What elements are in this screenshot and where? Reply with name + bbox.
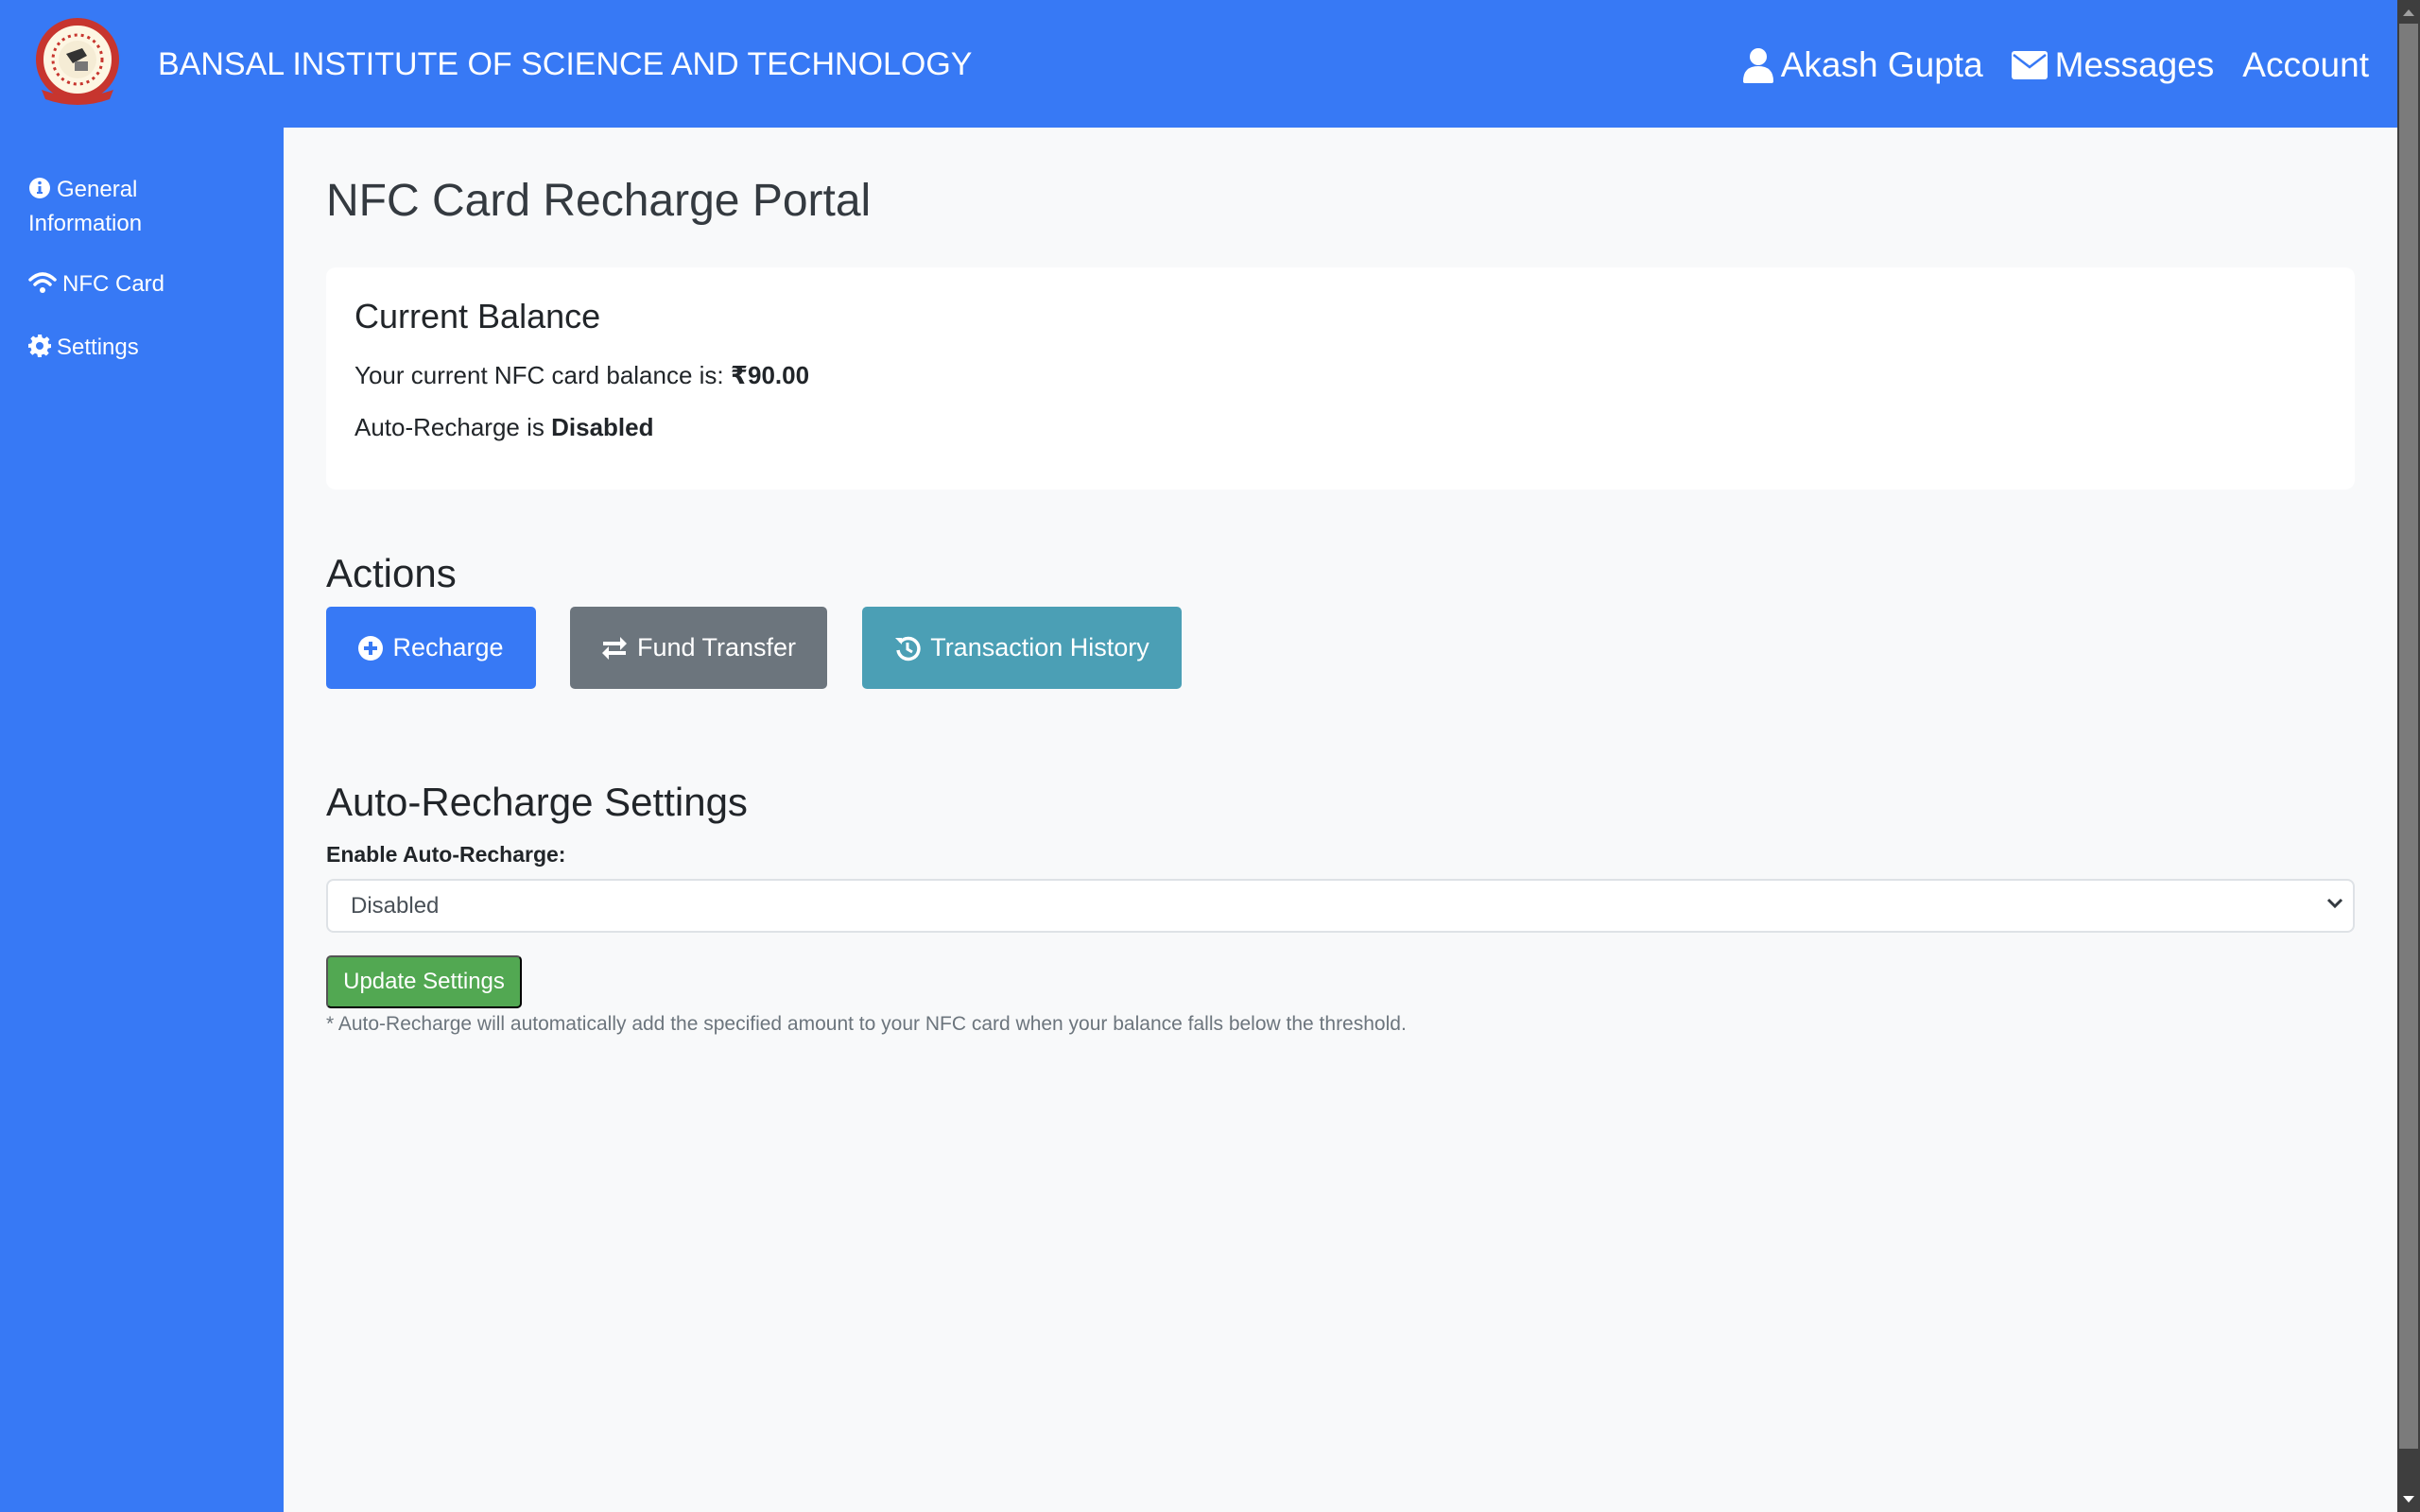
top-navbar: BANSAL INSTITUTE OF SCIENCE AND TECHNOLO… (0, 0, 2397, 128)
auto-recharge-status: Disabled (551, 413, 654, 441)
nav-messages-label: Messages (2054, 45, 2215, 84)
sidebar-item-settings[interactable]: Settings (28, 331, 255, 365)
sidebar-item-label: NFC Card (62, 271, 165, 297)
balance-line: Your current NFC card balance is: ₹90.00 (354, 359, 809, 391)
fund-transfer-label: Fund Transfer (636, 633, 797, 662)
enable-auto-recharge-label: Enable Auto-Recharge: (326, 842, 566, 867)
institute-logo[interactable] (30, 16, 125, 111)
fund-transfer-button[interactable]: Fund Transfer (570, 607, 827, 689)
exchange-icon (601, 636, 627, 660)
sidebar-item-label: Settings (57, 335, 139, 360)
recharge-button[interactable]: Recharge (326, 607, 536, 689)
transaction-history-label: Transaction History (930, 633, 1150, 662)
balance-value: ₹90.00 (730, 361, 810, 389)
sidebar-item-nfc-card[interactable]: NFC Card (28, 267, 255, 301)
scroll-up-arrow-icon[interactable] (2403, 9, 2414, 16)
brand-title[interactable]: BANSAL INSTITUTE OF SCIENCE AND TECHNOLO… (158, 45, 973, 83)
scrollbar-thumb[interactable] (2399, 24, 2418, 1449)
scroll-down-arrow-icon[interactable] (2403, 1496, 2414, 1503)
balance-card: Current Balance Your current NFC card ba… (326, 267, 2355, 490)
chevron-down-icon (2326, 898, 2343, 909)
page-title: NFC Card Recharge Portal (326, 176, 872, 226)
balance-card-heading: Current Balance (354, 297, 601, 335)
auto-recharge-status-line: Auto-Recharge is Disabled (354, 411, 653, 443)
gear-icon (28, 335, 51, 357)
vertical-scrollbar[interactable] (2397, 0, 2420, 1512)
user-icon (1742, 48, 1773, 83)
auto-recharge-heading: Auto-Recharge Settings (326, 780, 748, 824)
nav-user-name: Akash Gupta (1780, 45, 1983, 84)
info-circle-icon (29, 178, 50, 198)
envelope-icon (2011, 51, 2048, 79)
sidebar: General Information NFC Card Settings (0, 128, 284, 1512)
history-icon (895, 636, 921, 661)
actions-heading: Actions (326, 551, 457, 595)
wifi-icon (28, 272, 57, 293)
nav-account-label: Account (2242, 45, 2369, 84)
main-content: NFC Card Recharge Portal Current Balance… (284, 128, 2397, 1512)
nav-messages[interactable]: Messages (2011, 44, 2215, 86)
balance-label: Your current NFC card balance is: (354, 361, 731, 389)
nav-user-profile[interactable]: Akash Gupta (1742, 44, 1983, 86)
auto-recharge-select-value: Disabled (351, 892, 440, 919)
sidebar-item-general-information[interactable]: General Information (28, 173, 255, 241)
plus-circle-icon (358, 635, 384, 661)
auto-recharge-select[interactable]: Disabled (326, 879, 2355, 933)
transaction-history-button[interactable]: Transaction History (862, 607, 1182, 689)
navbar-links: Akash Gupta Messages Account (1742, 43, 2369, 88)
auto-recharge-footnote: * Auto-Recharge will automatically add t… (326, 1013, 1407, 1035)
recharge-label: Recharge (392, 633, 504, 662)
nav-account[interactable]: Account (2242, 44, 2369, 86)
auto-recharge-status-label: Auto-Recharge is (354, 413, 552, 441)
update-settings-button[interactable]: Update Settings (326, 955, 522, 1008)
